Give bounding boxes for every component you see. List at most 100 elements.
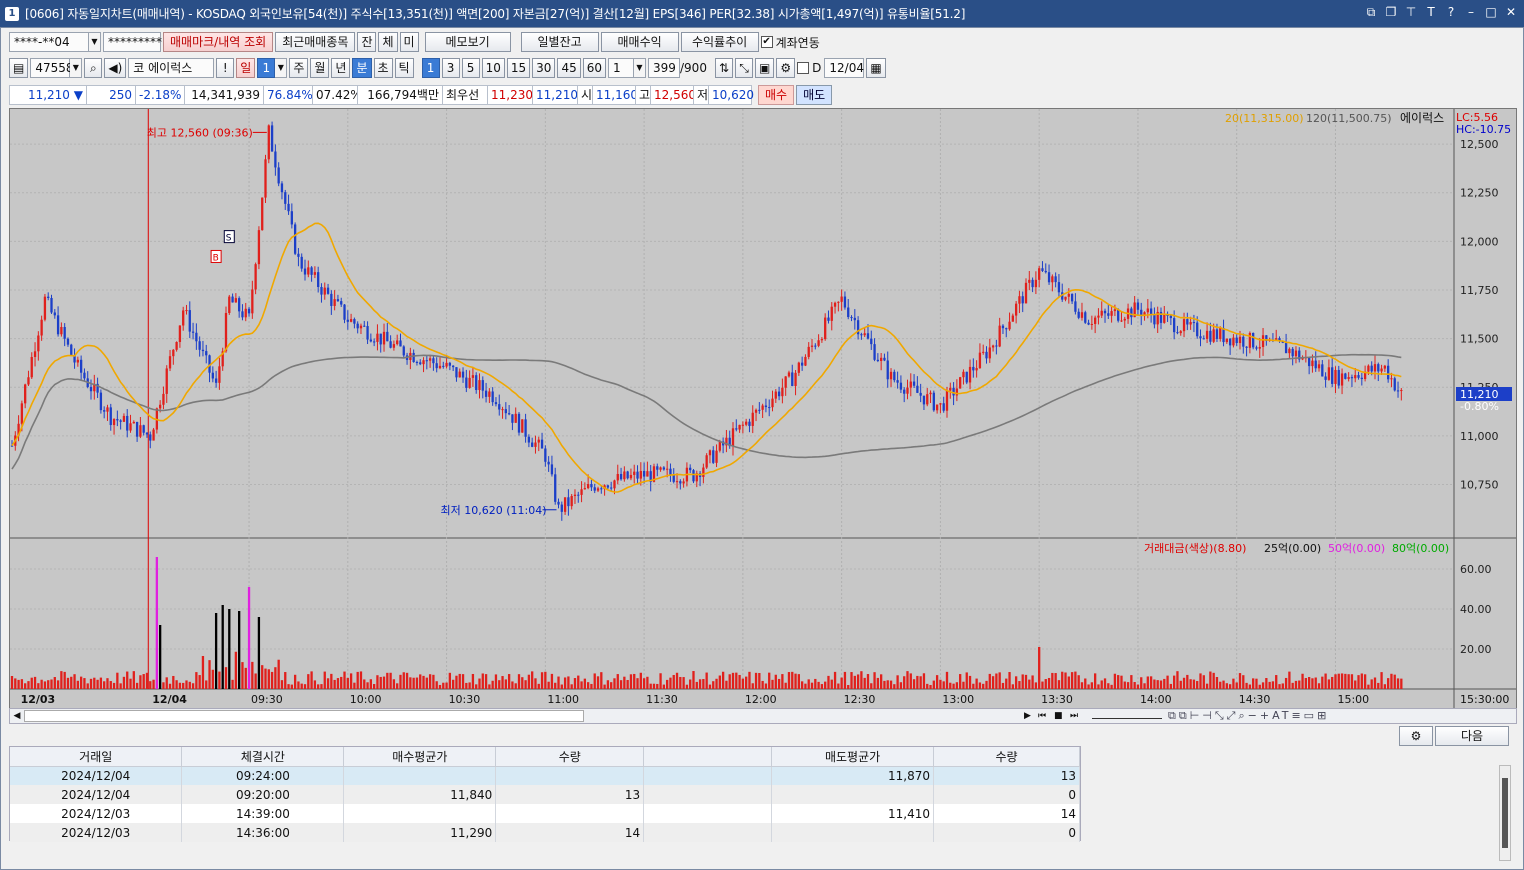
table-row[interactable]: 2024/12/04 09:24:00 11,870 13 xyxy=(10,766,1080,785)
yield-trend-button[interactable]: 수익률추이 xyxy=(680,32,759,52)
candle-body xyxy=(33,351,37,357)
volume-bar xyxy=(310,671,313,689)
zoom-slider[interactable] xyxy=(1092,713,1162,719)
minute-15[interactable]: 15 xyxy=(506,58,531,78)
chart-panel[interactable]: 12,50012,25012,00011,75011,50011,25011,0… xyxy=(9,108,1517,710)
help-icon[interactable]: ? xyxy=(1444,4,1458,20)
sell-button[interactable]: 매도 xyxy=(796,85,833,105)
search-icon[interactable]: ⌕ xyxy=(84,58,103,78)
col-buy-qty[interactable]: 수량 xyxy=(495,747,645,767)
candle-body xyxy=(1179,331,1182,334)
password-field[interactable]: ********* xyxy=(103,32,162,52)
best-label: 최우선 xyxy=(442,85,488,105)
buy-button[interactable]: 매수 xyxy=(758,85,795,105)
unit-dropdown-icon[interactable]: ▼ xyxy=(634,58,646,78)
grid-settings-icon[interactable]: ⚙ xyxy=(1399,726,1433,746)
chart-scrollbar[interactable]: ◀ ▶ ⏮ ■ ⏭ ⧉⧉⊢⊣⤡⤢⌕−+AT≡▭⊞ xyxy=(9,708,1517,724)
table-row[interactable]: 2024/12/03 14:36:00 11,290 14 0 xyxy=(10,823,1080,842)
tab-pending[interactable]: 미 xyxy=(399,32,419,52)
d-checkbox[interactable] xyxy=(797,62,810,74)
ratio-2: 07.42% xyxy=(312,85,362,105)
calendar-icon[interactable]: ▦ xyxy=(866,58,886,78)
account-dropdown-icon[interactable]: ▼ xyxy=(89,32,101,52)
scroll-track[interactable] xyxy=(584,710,1024,722)
draw-icon[interactable]: ⤡ xyxy=(735,58,754,78)
col-trade-date[interactable]: 거래일 xyxy=(10,747,183,767)
table-vscroll-thumb[interactable] xyxy=(1502,778,1508,848)
alert-button[interactable]: ! xyxy=(216,58,235,78)
scroll-right-icon[interactable]: ▶ xyxy=(1024,711,1038,721)
candle-body xyxy=(797,362,800,373)
stop-icon[interactable]: ■ xyxy=(1054,711,1070,721)
minute-60[interactable]: 60 xyxy=(582,58,606,78)
pin-icon[interactable]: ⊤ xyxy=(1404,4,1418,20)
restore-icon[interactable]: ⧉ xyxy=(1364,4,1378,20)
daily-balance-button[interactable]: 일별잔고 xyxy=(520,32,599,52)
stock-code-input[interactable]: 475580 xyxy=(30,58,81,78)
code-dropdown-icon[interactable]: ▼ xyxy=(70,58,83,78)
table-row[interactable]: 2024/12/04 09:20:00 11,840 13 0 xyxy=(10,785,1080,804)
gear-icon[interactable]: ⚙ xyxy=(776,58,796,78)
tab-balance[interactable]: 잔 xyxy=(357,32,377,52)
close-icon[interactable]: ✕ xyxy=(1504,4,1518,20)
col-empty[interactable] xyxy=(643,747,773,767)
col-exec-time[interactable]: 체결시간 xyxy=(181,747,345,767)
account-select[interactable]: ****-**04 xyxy=(9,32,89,52)
period-year[interactable]: 년 xyxy=(331,58,351,78)
layout-icon[interactable]: ▤ xyxy=(9,58,29,78)
minute-45[interactable]: 45 xyxy=(557,58,581,78)
volume-bar xyxy=(1275,675,1278,689)
period-second[interactable]: 초 xyxy=(373,58,393,78)
minute-5[interactable]: 5 xyxy=(461,58,480,78)
trade-mark-button[interactable]: 매매마크/내역 조회 xyxy=(163,32,274,52)
minute-3[interactable]: 3 xyxy=(441,58,460,78)
period-month[interactable]: 월 xyxy=(310,58,330,78)
copy-icon[interactable]: ❐ xyxy=(1384,4,1398,20)
stock-name-field[interactable]: 코 에이럭스 xyxy=(128,58,215,78)
table-vscroll[interactable] xyxy=(1499,765,1511,861)
minimize-icon[interactable]: – xyxy=(1464,4,1478,20)
candle-body xyxy=(1390,378,1393,380)
minute-10[interactable]: 10 xyxy=(481,58,505,78)
sound-icon[interactable]: ◀) xyxy=(104,58,127,78)
date-input[interactable]: 12/04 xyxy=(824,58,865,78)
window-icon[interactable]: 1 xyxy=(5,6,19,21)
period-minute[interactable]: 분 xyxy=(352,58,372,78)
count-input[interactable]: 399 xyxy=(648,58,680,78)
scroll-left-icon[interactable]: ◀ xyxy=(10,711,24,721)
account-link-checkbox[interactable]: ✔ xyxy=(760,36,773,48)
col-buy-avg[interactable]: 매수평균가 xyxy=(343,747,497,767)
candle-body xyxy=(978,352,982,369)
volume-bar xyxy=(837,683,840,689)
compare-icon[interactable]: ⇅ xyxy=(714,58,734,78)
minute-30[interactable]: 30 xyxy=(532,58,556,78)
table-row[interactable]: 2024/12/03 14:39:00 11,410 14 xyxy=(10,804,1080,823)
maximize-icon[interactable]: □ xyxy=(1484,4,1498,20)
first-icon[interactable]: ⏮ xyxy=(1038,711,1054,721)
candle-body xyxy=(382,331,386,345)
chart-tools-icons[interactable]: ⧉⧉⊢⊣⤡⤢⌕−+AT≡▭⊞ xyxy=(1168,709,1329,723)
chart-svg[interactable]: 12,50012,25012,00011,75011,50011,25011,0… xyxy=(10,109,1516,709)
candle-body xyxy=(889,371,893,380)
candle-body xyxy=(1380,368,1383,372)
trade-profit-button[interactable]: 매매수익 xyxy=(600,32,679,52)
next-button[interactable]: 다음 xyxy=(1435,726,1509,746)
scroll-thumb[interactable] xyxy=(24,710,584,722)
recent-stocks-button[interactable]: 최근매매종목 xyxy=(275,32,356,52)
save-icon[interactable]: ▣ xyxy=(755,58,775,78)
unit-input[interactable]: 1 xyxy=(608,58,634,78)
font-icon[interactable]: T xyxy=(1424,4,1438,20)
period-day-value[interactable]: 1 xyxy=(257,58,276,78)
volume-bar xyxy=(1363,674,1367,689)
volume-bar xyxy=(873,672,876,689)
minute-1[interactable]: 1 xyxy=(421,58,440,78)
col-sell-qty[interactable]: 수량 xyxy=(933,747,1080,767)
memo-button[interactable]: 메모보기 xyxy=(424,32,511,52)
col-sell-avg[interactable]: 매도평균가 xyxy=(771,747,935,767)
period-tick[interactable]: 틱 xyxy=(394,58,414,78)
period-dropdown-icon[interactable]: ▼ xyxy=(275,58,288,78)
period-day-button[interactable]: 일 xyxy=(236,58,256,78)
last-icon[interactable]: ⏭ xyxy=(1070,711,1086,721)
period-week[interactable]: 주 xyxy=(289,58,309,78)
tab-executed[interactable]: 체 xyxy=(378,32,398,52)
